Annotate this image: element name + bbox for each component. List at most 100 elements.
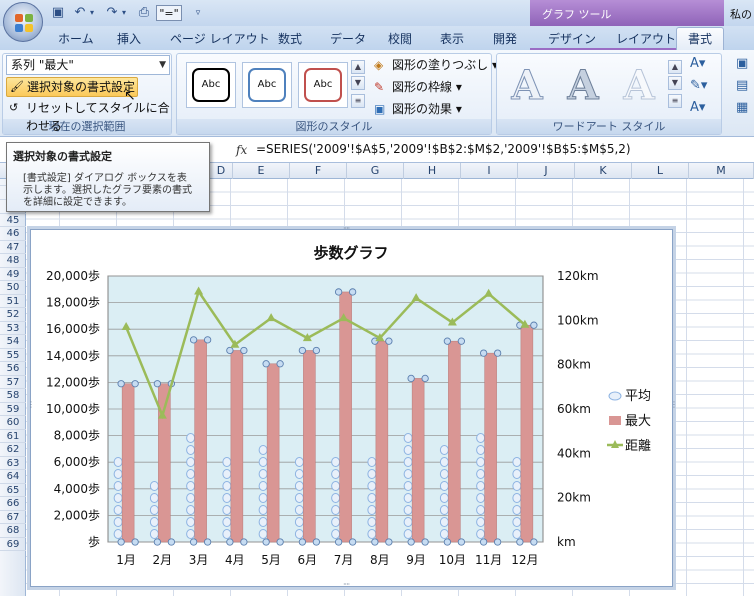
row-header[interactable]: 51	[0, 295, 26, 308]
print-preview-icon[interactable]: ⎙	[136, 5, 152, 21]
text-fill-icon[interactable]: A▾	[690, 56, 705, 71]
wordart-up-icon[interactable]: ▲	[668, 60, 682, 74]
y2-tick-label: 100km	[557, 313, 599, 327]
shape-effects-button[interactable]: ▣ 図形の効果 ▾	[374, 100, 462, 118]
tab-home[interactable]: ホーム	[58, 30, 94, 47]
office-button[interactable]	[3, 2, 43, 42]
shape-style-red[interactable]: Abc	[298, 62, 348, 108]
shoe-icon	[367, 481, 377, 491]
redo-dropdown-icon[interactable]: ▾	[116, 5, 132, 21]
reset-to-match-style-button[interactable]: ↺ リセットしてスタイルに合わせる	[6, 99, 172, 133]
tab-design[interactable]: デザイン	[548, 30, 596, 47]
undo-dropdown-icon[interactable]: ▾	[84, 5, 100, 21]
row-header[interactable]: 65	[0, 484, 26, 497]
tab-insert[interactable]: 挿入	[117, 30, 141, 47]
row-header[interactable]: 45	[0, 214, 26, 227]
tab-view[interactable]: 表示	[440, 30, 464, 47]
selection-handle	[457, 337, 466, 345]
row-header[interactable]: 46	[0, 227, 26, 241]
row-header[interactable]: 60	[0, 416, 26, 430]
row-header[interactable]: 57	[0, 376, 26, 389]
selection-handle	[167, 538, 176, 546]
gallery-more-icon[interactable]: ≡	[351, 94, 365, 108]
selection-pane-icon[interactable]: ▦	[736, 100, 748, 115]
row-header[interactable]: 53	[0, 322, 26, 335]
tab-formulas[interactable]: 数式	[278, 30, 302, 47]
row-header[interactable]: 59	[0, 403, 26, 416]
wordart-down-icon[interactable]: ▼	[668, 76, 682, 90]
column-header[interactable]: D	[210, 163, 233, 179]
customize-qat-icon[interactable]: ▿	[190, 5, 206, 21]
tab-data[interactable]: データ	[330, 30, 366, 47]
text-outline-icon[interactable]: ✎▾	[690, 78, 707, 93]
selection-handle	[348, 538, 357, 546]
row-header[interactable]: 55	[0, 349, 26, 362]
column-header[interactable]: E	[233, 163, 290, 179]
row-header[interactable]: 52	[0, 308, 26, 322]
format-selection-button[interactable]: 🖌 選択対象の書式設定	[6, 77, 138, 97]
chevron-down-icon: ▼	[159, 60, 166, 70]
column-header[interactable]: L	[632, 163, 689, 179]
chart-area[interactable]: ···· ···· ⋮ ⋮ 歩数グラフ 20,000歩 18,000歩 16,000歩…	[27, 224, 678, 590]
row-header[interactable]: 62	[0, 443, 26, 457]
tab-format[interactable]: 書式	[688, 30, 712, 47]
shoe-icon	[403, 529, 413, 539]
column-header[interactable]: G	[347, 163, 404, 179]
chart-element-select[interactable]: 系列 "最大" ▼	[6, 55, 170, 75]
chart-title: 歩数グラフ	[313, 244, 388, 262]
selection-handle	[493, 349, 502, 357]
shoe-icon	[258, 445, 268, 455]
tab-layout[interactable]: レイアウト	[616, 30, 676, 47]
row-header[interactable]: 54	[0, 335, 26, 349]
row-header[interactable]: 56	[0, 362, 26, 376]
row-header[interactable]: 58	[0, 389, 26, 403]
save-icon[interactable]: ▣	[50, 5, 66, 21]
shoe-icon	[186, 505, 196, 515]
text-effects-icon[interactable]: A▾	[690, 100, 705, 115]
gallery-down-icon[interactable]: ▼	[351, 76, 365, 90]
row-header[interactable]: 69	[0, 538, 26, 551]
column-header[interactable]: M	[689, 163, 754, 179]
fx-icon[interactable]: fx	[236, 143, 247, 157]
column-header[interactable]: F	[290, 163, 347, 179]
row-header[interactable]: 50	[0, 281, 26, 295]
row-header[interactable]: 63	[0, 457, 26, 470]
shape-style-blue[interactable]: Abc	[242, 62, 292, 108]
shoe-icon	[476, 457, 486, 467]
format-selection-tooltip: 選択対象の書式設定 [書式設定] ダイアログ ボックスを表 示します。選択したグ…	[6, 142, 210, 212]
average-picture-column	[186, 433, 196, 539]
wordart-style-1[interactable]: A	[502, 60, 552, 112]
selection-handle	[457, 538, 466, 546]
column-header[interactable]: K	[575, 163, 632, 179]
shape-outline-button[interactable]: ✎ 図形の枠線 ▾	[374, 78, 462, 96]
bring-forward-icon[interactable]: ▣	[736, 56, 748, 71]
gallery-up-icon[interactable]: ▲	[351, 60, 365, 74]
shape-style-black[interactable]: Abc	[186, 62, 236, 108]
shoe-icon	[186, 517, 196, 527]
shoe-icon	[512, 469, 522, 479]
tab-developer[interactable]: 開発	[493, 30, 517, 47]
row-header[interactable]: 47	[0, 241, 26, 254]
row-header[interactable]: 61	[0, 430, 26, 443]
selection-handle	[479, 538, 488, 546]
wordart-more-icon[interactable]: ≡	[668, 94, 682, 108]
row-header[interactable]: 67	[0, 511, 26, 524]
tab-review[interactable]: 校閲	[388, 30, 412, 47]
formula-input[interactable]: =SERIES('2009'!$A$5,'2009'!$B$2:$M$2,'20…	[256, 142, 631, 156]
column-header[interactable]: I	[461, 163, 518, 179]
wordart-style-3[interactable]: A	[614, 60, 664, 112]
column-header[interactable]: J	[518, 163, 575, 179]
wordart-style-2[interactable]: A	[558, 60, 608, 112]
send-backward-icon[interactable]: ▤	[736, 78, 748, 93]
row-header[interactable]: 49	[0, 268, 26, 281]
column-header[interactable]: H	[404, 163, 461, 179]
quoted-equals-icon[interactable]: "="	[156, 5, 182, 21]
shoe-icon	[439, 481, 449, 491]
row-header[interactable]: 68	[0, 524, 26, 538]
shape-fill-button[interactable]: ◈ 図形の塗りつぶし ▾	[374, 56, 498, 74]
row-header[interactable]: 64	[0, 470, 26, 484]
row-header[interactable]: 66	[0, 497, 26, 511]
y-tick-label: 12,000歩	[46, 374, 100, 389]
row-header[interactable]: 48	[0, 254, 26, 268]
tab-page-layout[interactable]: ページ レイアウト	[170, 30, 270, 47]
